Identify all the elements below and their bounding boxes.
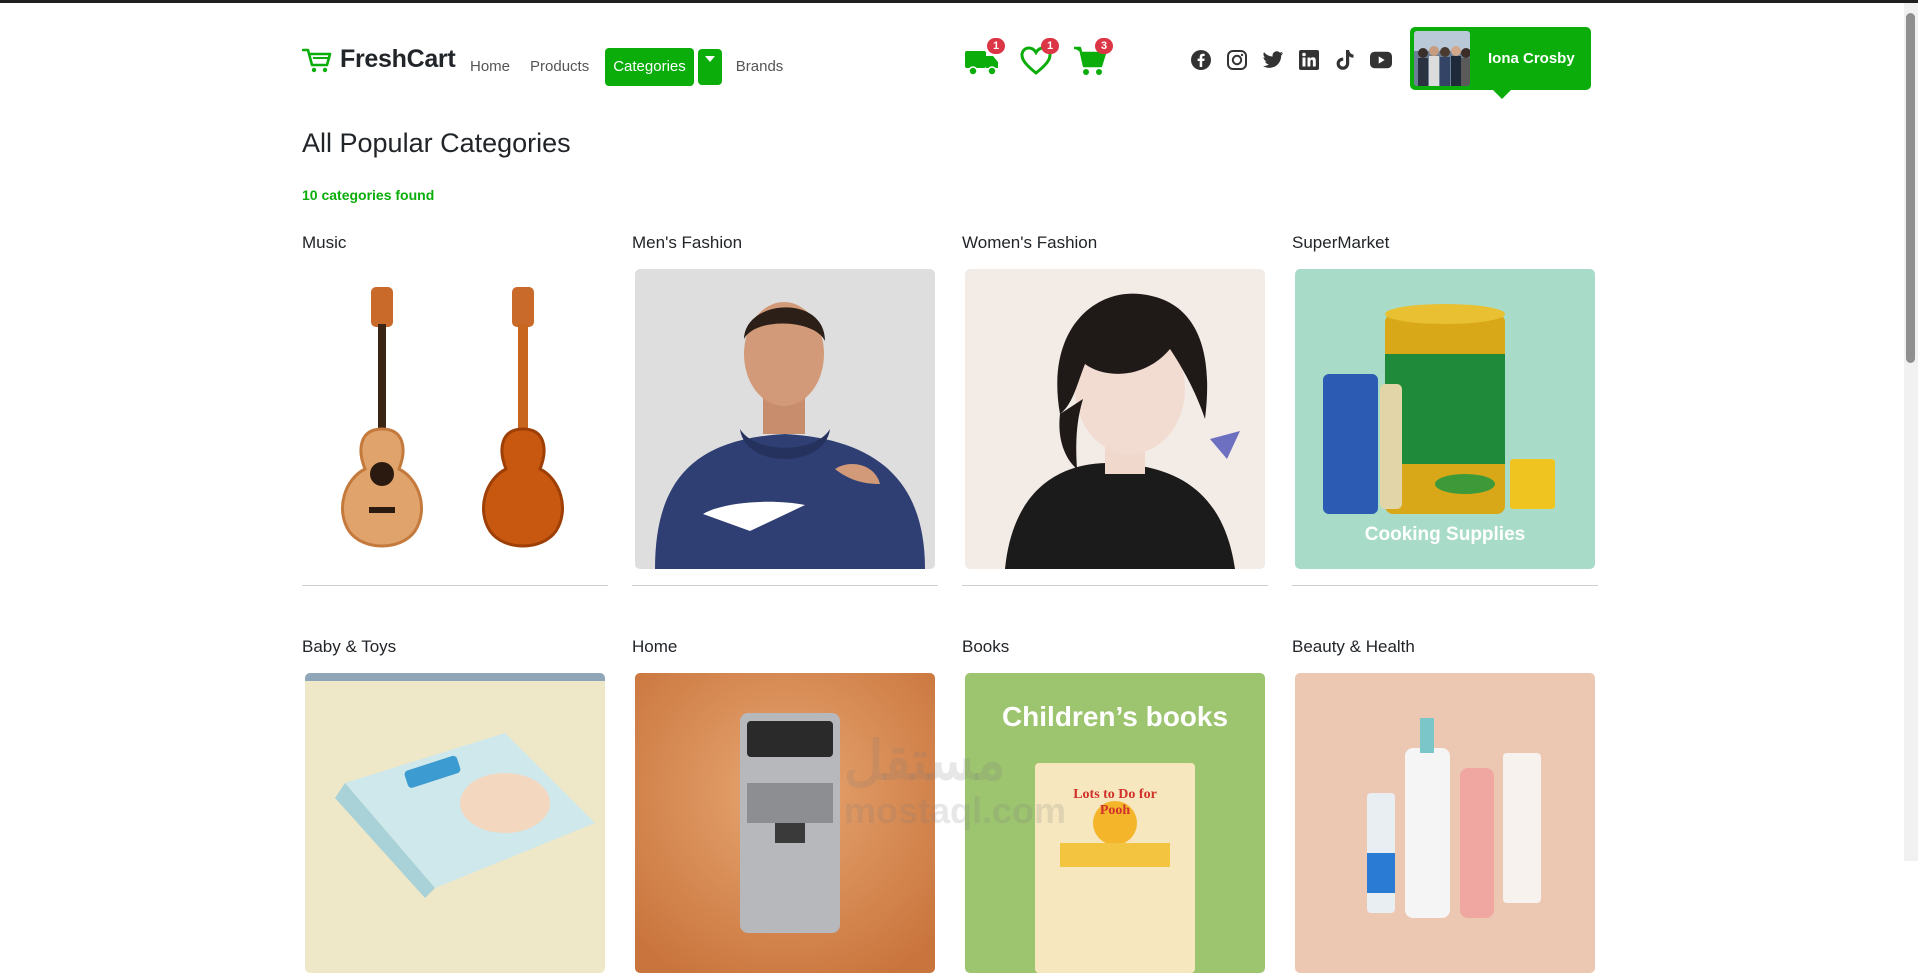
category-name: Men's Fashion <box>632 233 743 252</box>
category-name: Women's Fashion <box>962 233 1098 252</box>
user-menu[interactable]: Iona Crosby <box>1410 27 1591 99</box>
nav-link-brands[interactable]: Brands <box>726 48 794 86</box>
image-caption-childrens-books: Children’s books <box>1001 701 1229 732</box>
category-image-womens-fashion[interactable] <box>965 269 1265 569</box>
orders-button[interactable]: 1 <box>962 38 1005 81</box>
wishlist-badge: 1 <box>1041 38 1059 54</box>
instagram-icon[interactable] <box>1226 49 1248 71</box>
avatar <box>1414 31 1470 86</box>
page-title: All Popular Categories <box>302 128 571 158</box>
category-card-baby-toys[interactable]: Baby & Toys <box>302 636 608 973</box>
category-card-supermarket[interactable]: SuperMarket Cooking Supplies <box>1292 232 1598 586</box>
youtube-icon[interactable] <box>1370 49 1392 71</box>
user-name: Iona Crosby <box>1488 50 1575 67</box>
header-icons: 1 1 3 <box>962 38 1113 81</box>
category-image-supermarket[interactable]: Cooking Supplies <box>1295 269 1595 569</box>
category-image-home[interactable] <box>635 673 935 973</box>
category-image-baby-toys[interactable] <box>305 673 605 973</box>
category-card-home[interactable]: Home <box>632 636 938 973</box>
linkedin-icon[interactable] <box>1298 49 1320 71</box>
category-card-mens-fashion[interactable]: Men's Fashion <box>632 232 938 586</box>
diaper-pack-illustration <box>305 673 605 973</box>
social-links <box>1190 49 1392 71</box>
coffee-machine-illustration <box>635 673 935 973</box>
tiktok-icon[interactable] <box>1334 49 1356 71</box>
skincare-products-illustration <box>1295 673 1595 973</box>
nav-link-home[interactable]: Home <box>460 48 520 86</box>
category-name: Beauty & Health <box>1292 637 1415 656</box>
category-card-womens-fashion[interactable]: Women's Fashion <box>962 232 1268 586</box>
navbar: FreshCart Home Products Categories Brand… <box>0 3 1904 111</box>
brand-name: FreshCart <box>340 45 456 73</box>
category-card-beauty-health[interactable]: Beauty & Health <box>1292 636 1598 973</box>
card-divider <box>962 585 1268 586</box>
category-image-mens-fashion[interactable] <box>635 269 935 569</box>
category-name: Baby & Toys <box>302 637 397 656</box>
nav-links: Home Products Categories Brands <box>460 48 793 86</box>
card-divider <box>302 585 608 586</box>
category-image-books[interactable]: Children’s books Lots to Do for Pooh <box>965 673 1265 973</box>
orders-badge: 1 <box>987 38 1005 54</box>
facebook-icon[interactable] <box>1190 49 1212 71</box>
woman-illustration <box>965 269 1265 569</box>
image-caption-cooking-supplies: Cooking Supplies <box>1364 524 1526 545</box>
category-image-beauty-health[interactable] <box>1295 673 1595 973</box>
cart-badge: 3 <box>1095 38 1113 54</box>
category-card-music[interactable]: Music <box>302 232 608 586</box>
cart-button[interactable]: 3 <box>1070 38 1113 81</box>
category-name: Books <box>962 637 1010 656</box>
man-in-hoodie-illustration <box>635 269 935 569</box>
category-name: SuperMarket <box>1292 233 1390 252</box>
category-count: 10 categories found <box>302 187 435 203</box>
page-scrollbar[interactable] <box>1904 3 1918 861</box>
book-title: Lots to Do for Pooh <box>1073 787 1157 818</box>
wishlist-button[interactable]: 1 <box>1016 38 1059 81</box>
brand-logo[interactable]: FreshCart <box>302 45 456 74</box>
category-image-music[interactable] <box>305 269 605 569</box>
nav-link-products[interactable]: Products <box>520 48 599 86</box>
card-divider <box>1292 585 1598 586</box>
category-name: Home <box>632 637 678 656</box>
card-divider <box>632 585 938 586</box>
categories-dropdown-toggle[interactable] <box>697 49 722 85</box>
category-card-books[interactable]: Books Children’s books Lots to Do for Po… <box>962 636 1268 973</box>
twitter-icon[interactable] <box>1262 49 1284 71</box>
category-name: Music <box>302 233 347 252</box>
nav-link-categories[interactable]: Categories <box>605 48 694 86</box>
scrollbar-thumb[interactable] <box>1906 13 1915 363</box>
cart-logo-icon <box>302 48 332 72</box>
guitar-illustration <box>305 269 605 569</box>
